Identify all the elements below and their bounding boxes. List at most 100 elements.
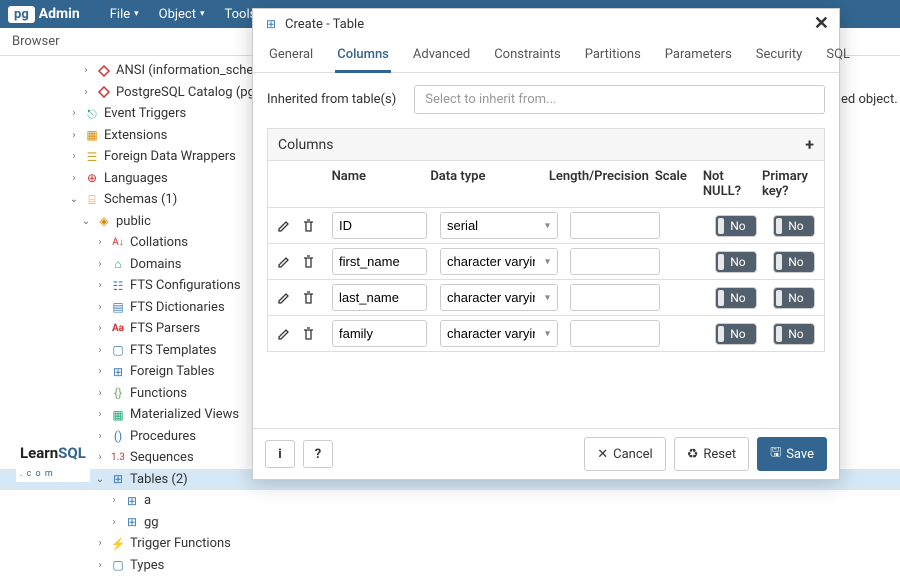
close-icon: ✕ (597, 447, 608, 462)
save-icon: 🖫 (770, 443, 781, 465)
trash-icon[interactable] (300, 218, 316, 234)
logo-pg: pg (8, 6, 35, 23)
foreign-table-icon: ⊞ (110, 363, 126, 381)
dialog-tabs: General Columns Advanced Constraints Par… (253, 39, 839, 73)
column-length-input[interactable] (570, 284, 660, 311)
tab-parameters[interactable]: Parameters (663, 39, 734, 72)
dialog-titlebar: ⊞ Create - Table ✕ (253, 9, 839, 39)
col-header-length: Length/Precision (541, 161, 647, 207)
trash-icon[interactable] (300, 254, 316, 270)
catalog-icon (96, 86, 112, 98)
column-name-input[interactable] (332, 320, 427, 347)
notnull-toggle[interactable]: No (715, 323, 757, 345)
dialog-body: Inherited from table(s) Select to inheri… (253, 73, 839, 428)
notnull-toggle[interactable]: No (715, 287, 757, 309)
schema-icon: ⌸ (84, 191, 100, 209)
pk-toggle[interactable]: No (773, 215, 815, 237)
menu-object[interactable]: Object▾ (149, 7, 215, 22)
type-icon: ▢ (110, 556, 126, 574)
columns-heading: Columns (278, 137, 333, 153)
column-name-input[interactable] (332, 248, 427, 275)
tree-item-table-a[interactable]: ›⊞a (0, 490, 900, 512)
tab-sql[interactable]: SQL (824, 39, 852, 72)
fdw-icon: ☰ (84, 148, 100, 166)
tree-item-table-gg[interactable]: ›⊞gg (0, 512, 900, 534)
edit-icon[interactable] (276, 290, 292, 306)
info-button[interactable]: i (265, 440, 295, 468)
col-header-pk: Primary key? (754, 161, 824, 207)
column-row: No No (267, 208, 825, 244)
chevron-down-icon: ▾ (200, 9, 205, 19)
column-length-input[interactable] (570, 212, 660, 239)
tab-advanced[interactable]: Advanced (411, 39, 472, 72)
reset-icon: ♻ (687, 447, 699, 462)
trash-icon[interactable] (300, 290, 316, 306)
pk-toggle[interactable]: No (773, 251, 815, 273)
col-header-name: Name (324, 161, 423, 207)
menu-file[interactable]: File▾ (100, 7, 149, 22)
domain-icon: ⌂ (110, 255, 126, 273)
trash-icon[interactable] (300, 326, 316, 342)
extension-icon: ▦ (84, 126, 100, 144)
column-name-input[interactable] (332, 212, 427, 239)
tree-item-trigger-fns[interactable]: ›⚡Trigger Functions (0, 533, 900, 555)
sequence-icon: 1.3 (110, 450, 126, 465)
fts-parser-icon: Aa (110, 321, 126, 336)
procedure-icon: () (110, 427, 126, 445)
column-length-input[interactable] (570, 320, 660, 347)
column-row: No No (267, 244, 825, 280)
background-text-fragment: ed object. (841, 92, 898, 107)
catalog-icon (96, 65, 112, 77)
add-column-button[interactable]: + (805, 135, 814, 154)
column-length-input[interactable] (570, 248, 660, 275)
logo-admin: Admin (39, 6, 80, 22)
pk-toggle[interactable]: No (773, 323, 815, 345)
languages-icon: ⊕ (84, 169, 100, 187)
reset-button[interactable]: ♻Reset (674, 437, 749, 471)
matview-icon: ▦ (110, 406, 126, 424)
column-type-select[interactable] (440, 320, 558, 347)
close-button[interactable]: ✕ (814, 15, 829, 33)
tab-general[interactable]: General (267, 39, 315, 72)
chevron-down-icon: ▾ (134, 9, 139, 19)
help-button[interactable]: ? (303, 440, 333, 468)
cancel-button[interactable]: ✕Cancel (584, 437, 665, 471)
trigger-fn-icon: ⚡ (110, 535, 126, 553)
table-icon: ⊞ (263, 17, 279, 31)
tab-security[interactable]: Security (754, 39, 805, 72)
fts-config-icon: ☷ (110, 277, 126, 295)
notnull-toggle[interactable]: No (715, 251, 757, 273)
tab-columns[interactable]: Columns (335, 39, 391, 73)
columns-head-row: Name Data type Length/Precision Scale No… (267, 160, 825, 208)
table-icon: ⊞ (110, 470, 126, 488)
col-header-notnull: Not NULL? (695, 161, 754, 207)
column-type-select[interactable] (440, 284, 558, 311)
tab-partitions[interactable]: Partitions (583, 39, 643, 72)
fts-dict-icon: ▤ (110, 298, 126, 316)
save-button[interactable]: 🖫Save (757, 437, 827, 471)
column-type-select[interactable] (440, 248, 558, 275)
tab-constraints[interactable]: Constraints (492, 39, 563, 72)
tree-item-types[interactable]: ›▢Types (0, 555, 900, 577)
edit-icon[interactable] (276, 254, 292, 270)
dialog-title: Create - Table (285, 17, 364, 32)
function-icon: {} (110, 384, 126, 402)
column-row: No No (267, 280, 825, 316)
column-type-select[interactable] (440, 212, 558, 239)
columns-section-header: Columns + (267, 128, 825, 160)
column-name-input[interactable] (332, 284, 427, 311)
fts-template-icon: ▢ (110, 341, 126, 359)
collation-icon: A↓ (110, 235, 126, 250)
edit-icon[interactable] (276, 218, 292, 234)
dialog-footer: i ? ✕Cancel ♻Reset 🖫Save (253, 428, 839, 479)
table-icon: ⊞ (124, 513, 140, 531)
col-header-type: Data type (422, 161, 541, 207)
edit-icon[interactable] (276, 326, 292, 342)
col-header-scale: Scale (647, 161, 695, 207)
inherited-from-select[interactable]: Select to inherit from... (414, 85, 825, 114)
schema-icon: ◈ (96, 212, 112, 230)
pk-toggle[interactable]: No (773, 287, 815, 309)
notnull-toggle[interactable]: No (715, 215, 757, 237)
column-row: No No (267, 316, 825, 352)
event-trigger-icon: ⎋ (84, 105, 100, 123)
